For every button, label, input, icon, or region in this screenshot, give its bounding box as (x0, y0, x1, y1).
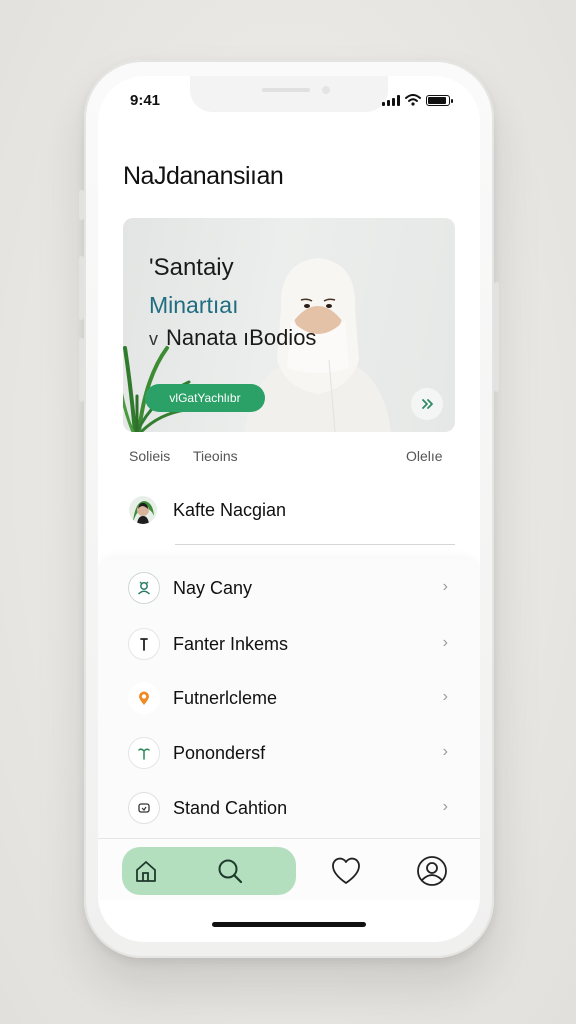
chat-icon (128, 792, 160, 824)
page-title: NaJdanansiıan (123, 162, 284, 190)
bottom-nav (98, 838, 480, 900)
location-pin-icon (128, 682, 160, 714)
volume-down-button (79, 338, 84, 402)
menu-item-label: Futnerlcleme (173, 687, 278, 708)
hero-caption-text: Nanata ıBodios (166, 325, 317, 350)
menu-item-label: Stand Cahtion (173, 797, 288, 818)
list-item[interactable]: Futnerlcleme › (128, 678, 448, 718)
list-item[interactable]: Fanter Inkems › (128, 624, 448, 664)
chevron-right-icon: › (442, 634, 448, 651)
list-item[interactable]: Stand Cahtion › (128, 788, 448, 828)
wifi-icon (405, 94, 421, 106)
speaker (262, 88, 310, 92)
hero-cta-button[interactable]: vlGatYachlıbr (145, 384, 265, 412)
mute-switch (79, 190, 84, 220)
person-avatar-icon (129, 496, 157, 524)
profile-row[interactable]: Kafte Nacgian (129, 496, 286, 524)
battery-icon (426, 94, 453, 106)
menu-item-label: Nay Cany (173, 577, 253, 598)
divider (175, 544, 455, 545)
phone-frame: 9:41 NaJdanansiıan 'Santaiy Minartıaı v … (79, 60, 499, 958)
menu-list: Nay Cany › Fanter Inkems › Futnerlcleme … (98, 558, 480, 850)
status-icons (382, 94, 453, 106)
menu-item-label: Fanter Inkems (173, 633, 289, 654)
tab-solieis[interactable]: Solieis (129, 448, 170, 464)
profile-icon[interactable] (414, 853, 450, 889)
volume-up-button (79, 256, 84, 320)
sprout-icon (128, 737, 160, 769)
signal-icon (382, 94, 400, 106)
front-camera (322, 86, 330, 94)
hero-subtitle: Minartıaı (149, 292, 239, 318)
user-badge-icon (128, 572, 160, 604)
hero-title: 'Santaiy (149, 254, 234, 281)
power-button (494, 282, 499, 392)
heart-icon[interactable] (328, 853, 364, 889)
hero-banner[interactable]: 'Santaiy Minartıaı v Nanata ıBodios vlGat… (123, 218, 455, 432)
list-item[interactable]: Ponondersf › (128, 733, 448, 773)
double-chevron-right-icon[interactable] (411, 388, 443, 420)
tab-olelie[interactable]: Olelıe (406, 448, 443, 464)
search-icon[interactable] (212, 853, 248, 889)
status-time: 9:41 (130, 92, 161, 109)
chevron-right-icon: › (442, 798, 448, 815)
chevron-right-icon: › (442, 578, 448, 595)
profile-name: Kafte Nacgian (173, 499, 287, 520)
chevron-right-icon: › (442, 743, 448, 760)
home-indicator[interactable] (212, 922, 366, 927)
tab-tieoins[interactable]: Tieoins (193, 448, 238, 464)
hero-caption: v Nanata ıBodios (149, 325, 316, 351)
home-icon[interactable] (128, 853, 164, 889)
screen: 9:41 NaJdanansiıan 'Santaiy Minartıaı v … (98, 76, 480, 942)
menu-item-label: Ponondersf (173, 742, 266, 763)
pin-icon (128, 628, 160, 660)
chevron-right-icon: › (442, 688, 448, 705)
hero-caption-prefix: v (149, 329, 158, 349)
background: 9:41 NaJdanansiıan 'Santaiy Minartıaı v … (0, 0, 576, 1024)
notch (190, 76, 388, 112)
list-item[interactable]: Nay Cany › (128, 568, 448, 608)
